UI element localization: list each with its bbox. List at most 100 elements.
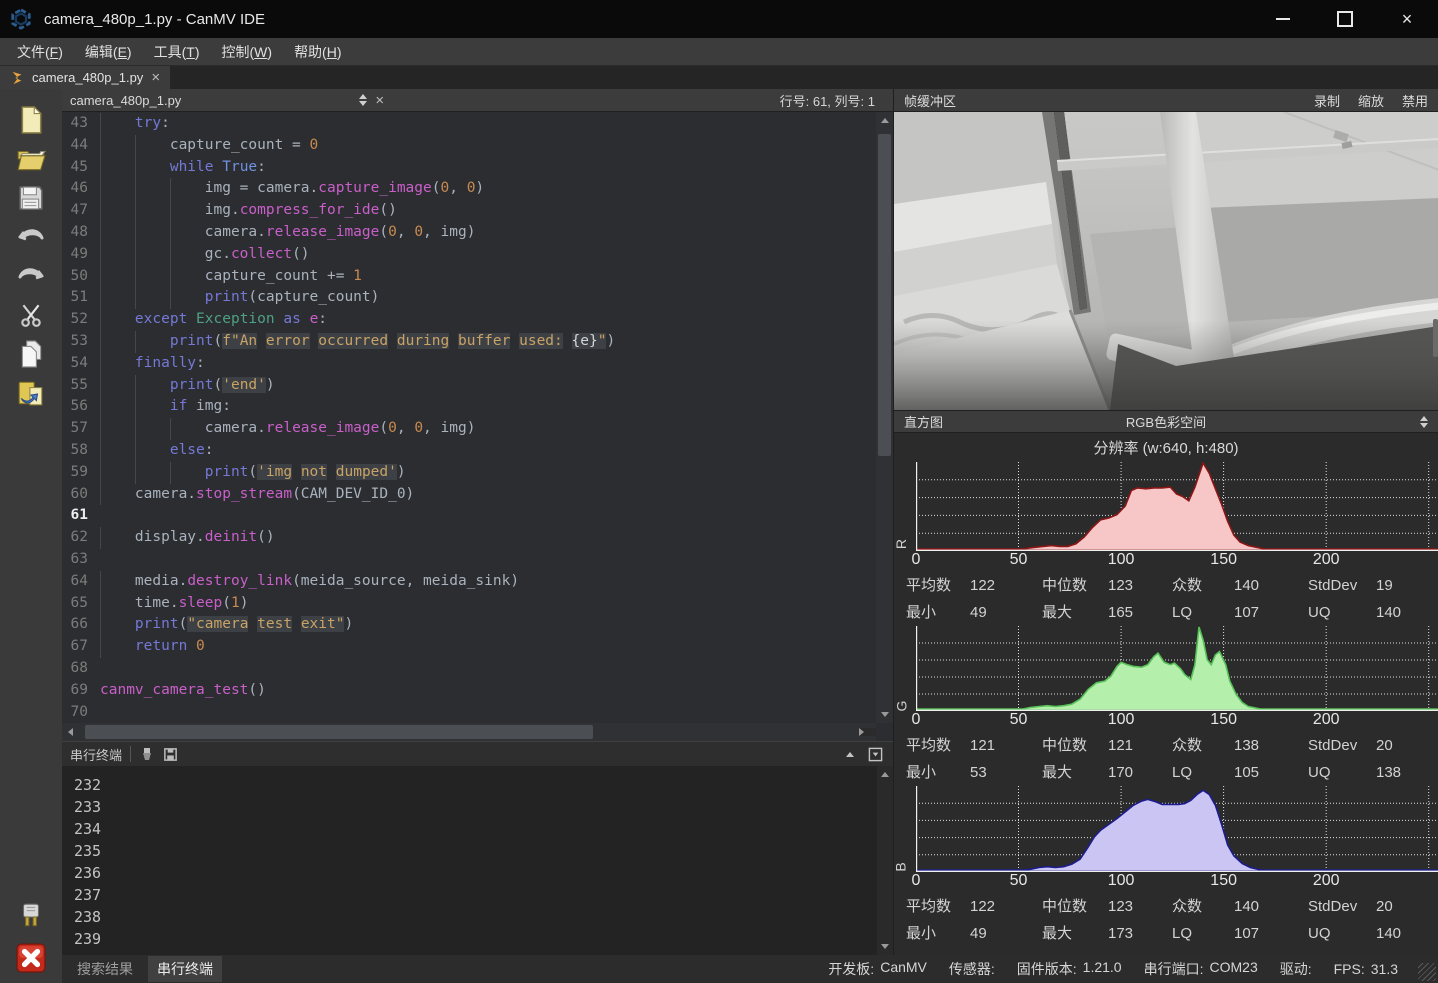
maximize-button[interactable] bbox=[1314, 0, 1376, 38]
code-line-46[interactable]: 46 img = camera.capture_image(0, 0) bbox=[62, 178, 876, 200]
menu-item-h[interactable]: 帮助(H) bbox=[283, 39, 352, 65]
resolution-title: 分辨率 (w:640, h:480) bbox=[894, 433, 1438, 462]
code-line-44[interactable]: 44 capture_count = 0 bbox=[62, 135, 876, 157]
code-line-64[interactable]: 64 media.destroy_link(meida_source, meid… bbox=[62, 571, 876, 593]
terminal-scroll-down-icon[interactable] bbox=[877, 938, 893, 955]
clear-terminal-icon[interactable] bbox=[139, 746, 155, 762]
dock-panel-icon[interactable] bbox=[868, 747, 883, 762]
stat-label: 最大 bbox=[1042, 920, 1108, 947]
stat-label: UQ bbox=[1308, 759, 1376, 786]
stat-label: 平均数 bbox=[906, 732, 970, 759]
undo-button[interactable] bbox=[14, 220, 48, 254]
line-number: 51 bbox=[62, 287, 88, 309]
save-log-icon[interactable] bbox=[163, 747, 178, 762]
fb-action-1[interactable]: 缩放 bbox=[1358, 91, 1384, 110]
editor-vertical-scrollbar[interactable] bbox=[876, 112, 893, 723]
line-number: 45 bbox=[62, 157, 88, 179]
tab-close-icon[interactable]: × bbox=[151, 70, 160, 85]
menu-item-w[interactable]: 控制(W) bbox=[211, 39, 284, 65]
code-line-58[interactable]: 58 else: bbox=[62, 440, 876, 462]
code-line-52[interactable]: 52 except Exception as e: bbox=[62, 309, 876, 331]
x-axis-ticks-G: 050100150200 bbox=[894, 711, 1438, 732]
code-line-62[interactable]: 62 display.deinit() bbox=[62, 527, 876, 549]
code-line-51[interactable]: 51 print(capture_count) bbox=[62, 287, 876, 309]
collapse-panel-icon[interactable] bbox=[846, 752, 854, 757]
channel-label-R: R bbox=[893, 539, 909, 549]
code-line-66[interactable]: 66 print("camera test exit") bbox=[62, 614, 876, 636]
editor-vscroll-thumb[interactable] bbox=[878, 134, 891, 456]
terminal-scrollbar[interactable] bbox=[877, 766, 893, 955]
editor-horizontal-scrollbar[interactable] bbox=[62, 723, 876, 741]
tab-camera-480p-1-py[interactable]: camera_480p_1.py × bbox=[0, 66, 170, 89]
code-line-54[interactable]: 54 finally: bbox=[62, 353, 876, 375]
paste-button[interactable] bbox=[14, 376, 48, 410]
resize-grip-icon[interactable] bbox=[1418, 963, 1436, 981]
menu-bar: 文件(F)编辑(E)工具(T)控制(W)帮助(H) bbox=[0, 38, 1438, 66]
scroll-down-icon[interactable] bbox=[876, 706, 893, 723]
code-line-48[interactable]: 48 camera.release_image(0, 0, img) bbox=[62, 222, 876, 244]
python-file-icon bbox=[10, 71, 24, 85]
code-line-56[interactable]: 56 if img: bbox=[62, 396, 876, 418]
open-file-button[interactable] bbox=[14, 142, 48, 176]
redo-button[interactable] bbox=[14, 259, 48, 293]
code-line-67[interactable]: 67 return 0 bbox=[62, 636, 876, 658]
new-file-button[interactable] bbox=[14, 103, 48, 137]
code-line-59[interactable]: 59 print('img not dumped') bbox=[62, 462, 876, 484]
line-number: 47 bbox=[62, 200, 88, 222]
document-selector[interactable]: camera_480p_1.py × bbox=[70, 93, 384, 108]
line-number: 63 bbox=[62, 549, 88, 571]
code-line-68[interactable]: 68 bbox=[62, 658, 876, 680]
stat-value: 53 bbox=[970, 759, 1042, 786]
line-number: 43 bbox=[62, 113, 88, 135]
menu-item-f[interactable]: 文件(F) bbox=[6, 39, 74, 65]
colorspace-select[interactable]: RGB色彩空间 bbox=[894, 412, 1438, 431]
bottom-tab-0[interactable]: 搜索结果 bbox=[68, 956, 142, 982]
close-button[interactable]: × bbox=[1376, 0, 1438, 38]
serial-terminal-output[interactable]: 232233234235236237238239 bbox=[62, 766, 893, 955]
stat-label: StdDev bbox=[1308, 893, 1376, 920]
histogram-panel-scrollbar[interactable] bbox=[1433, 319, 1438, 357]
paste-icon bbox=[17, 379, 45, 407]
code-line-47[interactable]: 47 img.compress_for_ide() bbox=[62, 200, 876, 222]
editor-hscroll-thumb[interactable] bbox=[85, 725, 593, 739]
stat-label: UQ bbox=[1308, 599, 1376, 626]
stat-value: 140 bbox=[1376, 920, 1436, 947]
code-editor[interactable]: 43 try:44 capture_count = 045 while True… bbox=[62, 112, 893, 741]
cut-button[interactable] bbox=[14, 298, 48, 332]
code-line-50[interactable]: 50 capture_count += 1 bbox=[62, 266, 876, 288]
connect-button[interactable] bbox=[14, 899, 48, 933]
copy-button[interactable] bbox=[14, 337, 48, 371]
code-line-65[interactable]: 65 time.sleep(1) bbox=[62, 593, 876, 615]
document-close-icon[interactable]: × bbox=[375, 93, 384, 108]
stop-button[interactable] bbox=[14, 941, 48, 975]
scroll-up-icon[interactable] bbox=[876, 112, 893, 129]
minimize-button[interactable] bbox=[1252, 0, 1314, 38]
scroll-right-icon[interactable] bbox=[859, 723, 876, 740]
stat-value: 122 bbox=[970, 572, 1042, 599]
code-line-63[interactable]: 63 bbox=[62, 549, 876, 571]
code-line-49[interactable]: 49 gc.collect() bbox=[62, 244, 876, 266]
code-line-60[interactable]: 60 camera.stop_stream(CAM_DEV_ID_0) bbox=[62, 484, 876, 506]
code-line-57[interactable]: 57 camera.release_image(0, 0, img) bbox=[62, 418, 876, 440]
document-selector-spinner-icon[interactable] bbox=[359, 94, 367, 106]
terminal-line: 238 bbox=[74, 906, 101, 928]
menu-item-e[interactable]: 编辑(E) bbox=[74, 39, 143, 65]
code-line-69[interactable]: 69canmv_camera_test() bbox=[62, 680, 876, 702]
fb-action-2[interactable]: 禁用 bbox=[1402, 91, 1428, 110]
new-file-icon bbox=[18, 106, 44, 134]
code-text: print("camera test exit") bbox=[100, 614, 353, 636]
line-number: 52 bbox=[62, 309, 88, 331]
terminal-scroll-up-icon[interactable] bbox=[877, 766, 893, 783]
scroll-left-icon[interactable] bbox=[62, 723, 79, 740]
code-line-53[interactable]: 53 print(f"An error occurred during buff… bbox=[62, 331, 876, 353]
save-file-button[interactable] bbox=[14, 181, 48, 215]
menu-item-t[interactable]: 工具(T) bbox=[143, 39, 211, 65]
colorspace-spinner-icon[interactable] bbox=[1420, 416, 1428, 428]
code-line-43[interactable]: 43 try: bbox=[62, 113, 876, 135]
code-line-45[interactable]: 45 while True: bbox=[62, 157, 876, 179]
code-line-70[interactable]: 70 bbox=[62, 702, 876, 723]
fb-action-0[interactable]: 录制 bbox=[1314, 91, 1340, 110]
bottom-tab-1[interactable]: 串行终端 bbox=[148, 956, 222, 982]
code-line-55[interactable]: 55 print('end') bbox=[62, 375, 876, 397]
code-line-61[interactable]: 61 bbox=[62, 505, 876, 527]
